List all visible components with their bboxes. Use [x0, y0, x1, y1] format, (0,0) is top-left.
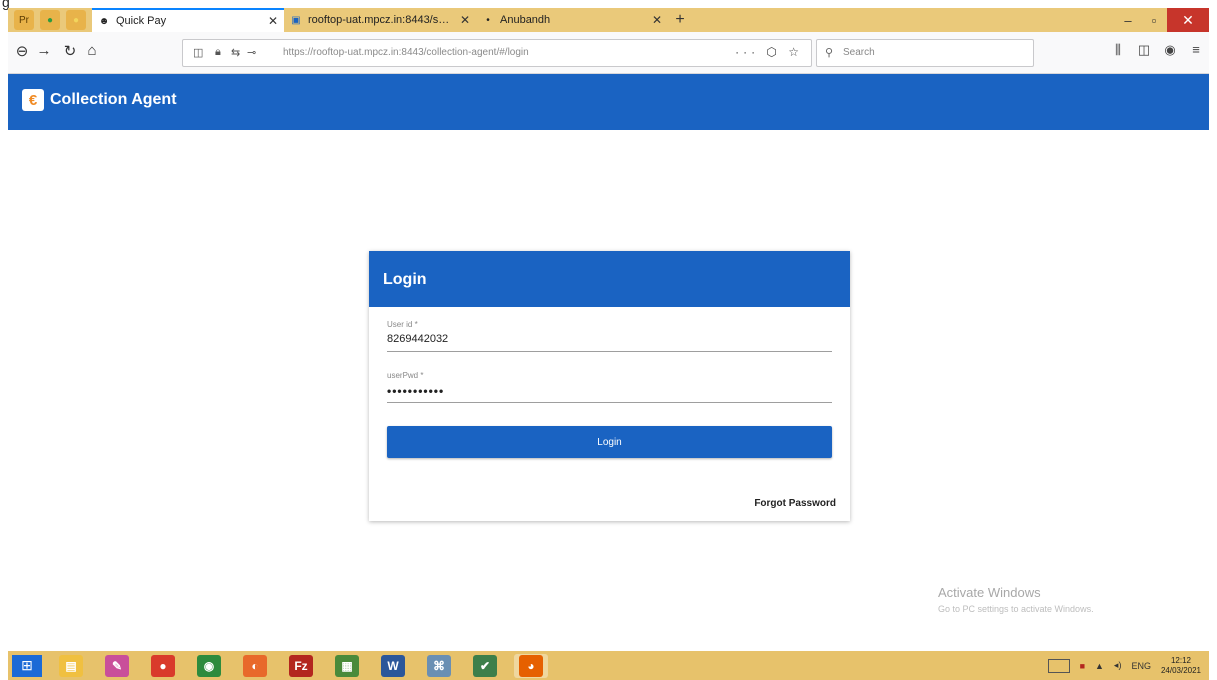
file-explorer-icon: ▤	[59, 654, 83, 677]
app-title: Collection Agent	[50, 91, 177, 108]
app-header: € Collection Agent	[8, 74, 1209, 130]
taskbar-app-network-app[interactable]: ⌘	[422, 654, 456, 678]
taskbar-app-paint[interactable]: ✎	[100, 654, 134, 678]
search-bar[interactable]: ⚲ Search	[816, 39, 1034, 67]
orange-app-icon: ◐	[243, 654, 267, 677]
user-id-label: User id *	[387, 320, 418, 329]
checker-app-icon: ✔	[473, 654, 497, 677]
taskbar-app-orange-app[interactable]: ◐	[238, 654, 272, 678]
tab-label: Anubandh	[500, 14, 551, 26]
taskbar-app-notepad-app[interactable]: ▦	[330, 654, 364, 678]
reload-icon[interactable]: ↻	[60, 42, 80, 60]
network-icon[interactable]: ▲	[1095, 661, 1104, 671]
tab-quick-pay[interactable]: ☻ Quick Pay ✕	[92, 8, 284, 32]
browser-tab-strip: Pr ● ● ☻ Quick Pay ✕ ▣ rooftop-uat.mpcz.…	[8, 8, 1209, 32]
start-button[interactable]: ⊞	[12, 654, 42, 677]
activation-watermark-title: Activate Windows	[938, 585, 1041, 600]
taskbar-app-green-app[interactable]: ◉	[192, 654, 226, 678]
password-field[interactable]: userPwd * •••••••••••	[387, 371, 832, 403]
tab-label: rooftop-uat.mpcz.in:8443/serv…	[308, 14, 454, 26]
sidebar-icon[interactable]: ◫	[1134, 42, 1154, 58]
firefox-icon: ◕	[519, 654, 543, 677]
notepad-app-icon: ▦	[335, 654, 359, 677]
home-icon[interactable]: ⌂	[82, 42, 102, 59]
account-icon[interactable]: ◉	[1160, 42, 1180, 58]
password-input[interactable]: •••••••••••	[387, 384, 832, 402]
close-icon[interactable]: ✕	[460, 13, 470, 27]
tray-icons[interactable]: ■	[1080, 661, 1085, 671]
taskbar-app-checker-app[interactable]: ✔	[468, 654, 502, 678]
filezilla-icon: Fz	[289, 654, 313, 677]
minimize-button[interactable]: –	[1115, 8, 1141, 32]
close-icon[interactable]: ✕	[268, 14, 278, 28]
window-close-button[interactable]: ✕	[1167, 8, 1209, 32]
keyboard-icon[interactable]	[1047, 658, 1070, 673]
app-logo-icon: €	[22, 89, 44, 111]
pinned-tab-1[interactable]: Pr	[14, 10, 34, 30]
tab-rooftop[interactable]: ▣ rooftop-uat.mpcz.in:8443/serv… ✕	[284, 8, 476, 32]
taskbar-app-filezilla[interactable]: Fz	[284, 654, 318, 678]
forgot-password-link[interactable]: Forgot Password	[754, 498, 836, 509]
taskbar-apps: ▤ ✎ ● ◉ ◐ Fz ▦ W ⌘ ✔ ◕	[42, 653, 548, 678]
page-actions[interactable]: ··· ⬡ ☆	[735, 45, 803, 59]
search-icon: ⚲	[825, 47, 834, 59]
taskbar-app-file-explorer[interactable]: ▤	[54, 654, 88, 678]
network-app-icon: ⌘	[427, 654, 451, 677]
maximize-button[interactable]: ▫	[1141, 8, 1167, 32]
shield-icon[interactable]: ◫	[193, 46, 203, 59]
tab-favicon-icon: ☻	[98, 15, 110, 27]
taskbar: ⊞ ▤ ✎ ● ◉ ◐ Fz ▦ W ⌘ ✔ ◕ ■ ▲ ◂) ENG 12:12 24/03/20…	[8, 651, 1209, 680]
volume-icon[interactable]: ◂)	[1114, 660, 1122, 671]
tab-favicon-icon: •	[486, 14, 490, 26]
login-button[interactable]: Login	[387, 426, 832, 458]
word-icon: W	[381, 654, 405, 677]
lock-icon[interactable]: 🔒︎	[215, 46, 221, 59]
language-indicator[interactable]: ENG	[1131, 661, 1151, 671]
pinned-tab-2[interactable]: ●	[40, 10, 60, 30]
forward-icon[interactable]: →	[34, 42, 54, 59]
taskbar-app-chrome[interactable]: ●	[146, 654, 180, 678]
login-heading: Login	[369, 251, 850, 307]
pinned-tab-3[interactable]: ●	[66, 10, 86, 30]
new-tab-button[interactable]: +	[668, 8, 692, 32]
clock-date: 24/03/2021	[1160, 665, 1201, 675]
window-controls: – ▫ ✕	[1115, 8, 1209, 32]
user-id-field[interactable]: User id * 8269442032	[387, 320, 832, 352]
url-text[interactable]: https://rooftop-uat.mpcz.in:8443/collect…	[283, 47, 529, 58]
taskbar-app-word[interactable]: W	[376, 654, 410, 678]
library-icon[interactable]: ⫼	[1108, 42, 1128, 58]
back-icon[interactable]: ⊖	[12, 42, 32, 60]
green-app-icon: ◉	[197, 654, 221, 677]
system-tray: ■ ▲ ◂) ENG 12:12 24/03/2021	[1047, 654, 1201, 677]
login-card: Login User id * 8269442032 userPwd * •••…	[369, 251, 850, 521]
browser-nav-bar: ⊖ → ↻ ⌂ ◫ 🔒︎ ⇆ ⊸ https://rooftop-uat.mpc…	[8, 32, 1209, 74]
paint-icon: ✎	[105, 654, 129, 677]
activation-watermark-subtitle: Go to PC settings to activate Windows.	[938, 604, 1094, 614]
password-label: userPwd *	[387, 371, 424, 380]
permissions-icon[interactable]: ⇆	[231, 46, 240, 59]
clock[interactable]: 12:12 24/03/2021	[1161, 656, 1201, 676]
camera-icon[interactable]: ⊸	[247, 46, 256, 59]
close-icon[interactable]: ✕	[652, 13, 662, 27]
clock-time: 12:12	[1170, 655, 1191, 665]
tab-anubandh[interactable]: • Anubandh ✕	[476, 8, 668, 32]
tab-favicon-icon: ▣	[291, 14, 301, 26]
screen: g Pr ● ● ☻ Quick Pay ✕ ▣ rooftop-uat.mpc…	[0, 0, 1217, 680]
chrome-icon: ●	[151, 654, 175, 677]
menu-icon[interactable]: ≡	[1186, 42, 1206, 57]
url-bar[interactable]: ◫ 🔒︎ ⇆ ⊸ https://rooftop-uat.mpcz.in:844…	[182, 39, 812, 67]
user-id-input[interactable]: 8269442032	[387, 333, 832, 351]
tab-label: Quick Pay	[116, 15, 167, 27]
taskbar-app-firefox[interactable]: ◕	[514, 653, 548, 678]
search-placeholder: Search	[843, 47, 875, 58]
